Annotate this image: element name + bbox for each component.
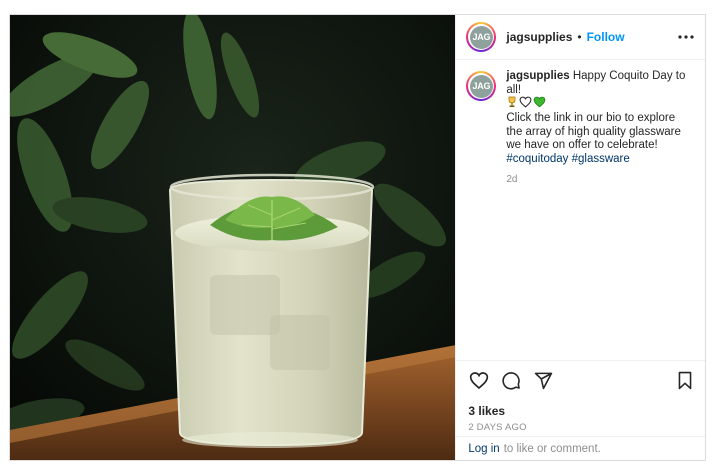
caption: JAG jagsupplies Happy Coquito Day to all… xyxy=(466,70,695,186)
caption-body: jagsupplies Happy Coquito Day to all! Cl… xyxy=(506,70,691,186)
login-prompt: Log in to like or comment. xyxy=(456,436,705,460)
caption-age[interactable]: 2d xyxy=(506,173,691,187)
comments-section: JAG jagsupplies Happy Coquito Day to all… xyxy=(456,60,705,360)
comment-icon[interactable] xyxy=(500,370,522,392)
caption-username[interactable]: jagsupplies xyxy=(506,70,569,82)
post-sidebar: JAG jagsupplies • Follow JAG jagsupplies xyxy=(455,15,705,460)
green-heart-emoji xyxy=(533,96,546,113)
caption-avatar[interactable]: JAG xyxy=(466,71,497,101)
more-dots-icon[interactable] xyxy=(677,28,695,46)
username-link[interactable]: jagsupplies xyxy=(506,30,572,44)
hashtag-glassware[interactable]: #glassware xyxy=(572,153,630,165)
avatar[interactable]: JAG xyxy=(466,22,497,52)
post-image[interactable] xyxy=(10,15,456,460)
post-header: JAG jagsupplies • Follow xyxy=(456,15,705,60)
login-link[interactable]: Log in xyxy=(468,443,499,455)
separator-dot: • xyxy=(577,30,582,44)
send-icon[interactable] xyxy=(532,370,554,392)
likes-section: 3 likes 2 DAYS AGO xyxy=(456,400,705,436)
caption-text: Click the link in our bio to explore the… xyxy=(506,112,681,152)
follow-button[interactable]: Follow xyxy=(587,30,625,44)
instagram-post: JAG jagsupplies • Follow JAG jagsupplies xyxy=(9,14,706,461)
likes-count[interactable]: 3 likes xyxy=(468,404,693,418)
trophy-emoji xyxy=(506,96,518,113)
caption-emojis xyxy=(506,96,691,113)
action-bar xyxy=(456,360,705,400)
heart-icon[interactable] xyxy=(468,370,490,392)
avatar-logo: JAG xyxy=(469,74,493,98)
login-text: to like or comment. xyxy=(503,442,601,455)
post-timestamp[interactable]: 2 DAYS AGO xyxy=(468,422,693,433)
bookmark-icon[interactable] xyxy=(674,370,696,392)
avatar-logo: JAG xyxy=(469,25,493,49)
hashtag-coquitoday[interactable]: #coquitoday xyxy=(506,153,568,165)
white-heart-emoji xyxy=(519,96,532,113)
cocktail-photo xyxy=(10,15,456,460)
